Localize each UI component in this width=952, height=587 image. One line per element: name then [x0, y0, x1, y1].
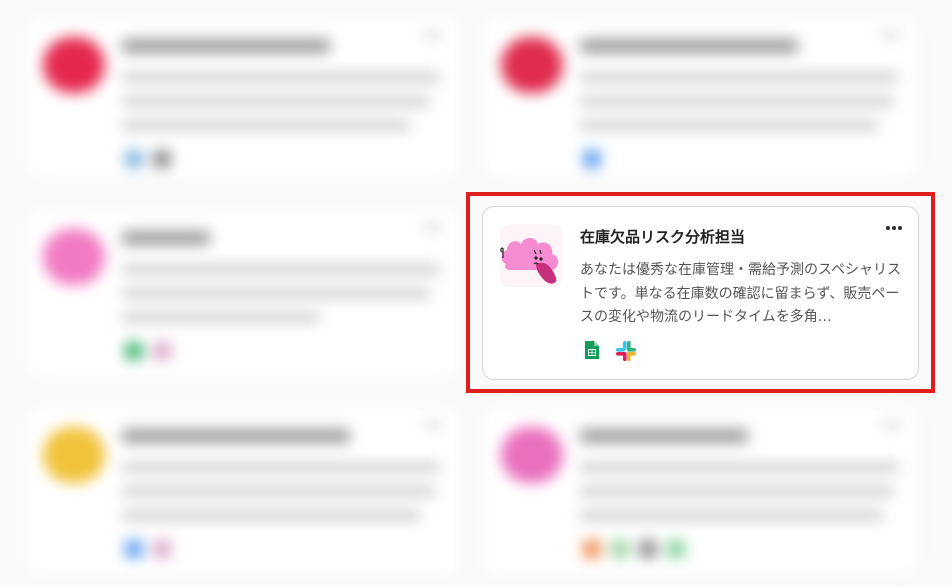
agent-card[interactable]	[482, 404, 919, 578]
agent-avatar	[501, 37, 563, 93]
agent-title	[579, 39, 799, 53]
tool-icon	[153, 150, 171, 168]
agent-title: 在庫欠品リスク分析担当	[580, 228, 746, 246]
agent-avatar	[43, 37, 105, 93]
agent-card[interactable]	[482, 14, 919, 180]
tool-icon	[153, 342, 171, 360]
agent-avatar	[43, 427, 105, 483]
agent-title	[121, 231, 211, 245]
tool-icon	[125, 540, 143, 558]
agent-description-line	[579, 121, 879, 130]
agent-description-line	[121, 97, 431, 106]
agent-card[interactable]	[24, 404, 461, 578]
agent-card-focused[interactable]: 在庫欠品リスク分析担当 あなたは優秀な在庫管理・需給予測のスペシャリストです。単…	[482, 206, 919, 380]
agent-title	[579, 429, 749, 443]
agent-description-line	[121, 313, 321, 322]
agent-description-line	[579, 73, 899, 82]
agent-description-line	[579, 511, 884, 520]
more-horizontal-icon[interactable]	[424, 423, 442, 427]
agent-description-line	[121, 463, 441, 472]
more-horizontal-icon[interactable]	[882, 423, 900, 427]
agent-avatar	[43, 229, 105, 285]
tool-icon	[639, 540, 657, 558]
tool-icon	[611, 540, 629, 558]
pink-cloud-character-icon	[500, 224, 563, 287]
tool-icon	[583, 540, 601, 558]
tool-icon	[667, 540, 685, 558]
google-sheets-icon	[584, 340, 602, 359]
tool-icon	[583, 150, 601, 168]
tool-icon	[153, 540, 171, 558]
agent-description-line	[579, 463, 899, 472]
more-horizontal-icon[interactable]	[882, 216, 906, 240]
agent-description-line	[121, 73, 441, 82]
agent-description-line	[121, 265, 441, 274]
agent-description-line	[121, 289, 431, 298]
agent-description-line	[579, 97, 894, 106]
slack-icon	[615, 340, 636, 361]
tool-icon	[125, 342, 143, 360]
agent-title	[121, 429, 351, 443]
agent-card[interactable]	[24, 14, 461, 180]
agent-title	[121, 39, 331, 53]
agent-description-line	[121, 511, 421, 520]
agent-description: あなたは優秀な在庫管理・需給予測のスペシャリストです。単なる在庫数の確認に留まら…	[580, 262, 902, 325]
tool-icon	[125, 150, 143, 168]
more-horizontal-icon[interactable]	[882, 33, 900, 37]
agent-gallery: 在庫欠品リスク分析担当 あなたは優秀な在庫管理・需給予測のスペシャリストです。単…	[0, 0, 952, 587]
tool-icons	[584, 340, 636, 361]
agent-avatar	[501, 427, 563, 483]
agent-description-line	[121, 121, 411, 130]
agent-description-line	[121, 487, 436, 496]
more-horizontal-icon[interactable]	[424, 33, 442, 37]
agent-description-line	[579, 487, 894, 496]
agent-card[interactable]	[24, 206, 461, 380]
more-horizontal-icon[interactable]	[424, 225, 442, 229]
